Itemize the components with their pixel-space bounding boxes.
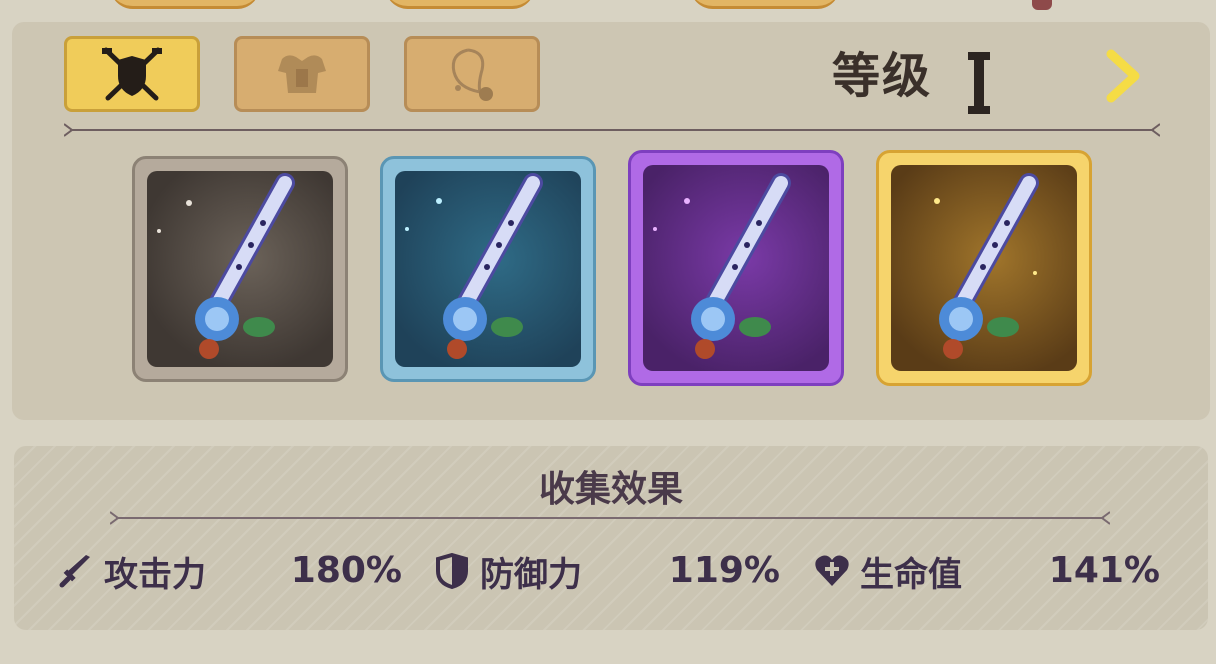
top-decoration-left: [110, 0, 260, 9]
armor-icon: [278, 55, 326, 93]
sword-icon: [58, 553, 94, 589]
necklace-icon: [451, 48, 493, 101]
stat-defense: 防御力: [434, 546, 582, 596]
flute-icon: [405, 173, 543, 359]
top-decoration-right: [690, 0, 840, 9]
chevron-right-icon: [1106, 49, 1140, 103]
tab-weapon[interactable]: [64, 36, 200, 112]
stat-attack-name: 攻击力: [104, 554, 206, 595]
stat-defense-value: 119%: [668, 550, 780, 591]
collection-effects-title: 收集效果: [538, 469, 683, 510]
collection-effects-panel: 收集效果 攻击力 180% 防御力 119% 生命值 141%: [14, 446, 1208, 630]
level-label: 等级: [832, 48, 933, 104]
stat-defense-name: 防御力: [480, 554, 582, 595]
flute-icon: [653, 173, 791, 359]
next-level-button[interactable]: [1100, 46, 1146, 106]
top-decoration-center: [385, 0, 535, 9]
item-card-rare[interactable]: [380, 156, 596, 382]
tab-armor[interactable]: [234, 36, 370, 112]
effects-divider: [110, 511, 1110, 525]
stat-hp-name: 生命值: [860, 554, 962, 595]
flute-icon: [157, 173, 295, 359]
flute-icon: [934, 173, 1039, 359]
stat-attack-value: 180%: [290, 550, 402, 591]
heart-icon: [814, 553, 850, 589]
level-roman-numeral: [968, 52, 990, 114]
item-card-epic[interactable]: [628, 150, 844, 386]
tab-accessory[interactable]: [404, 36, 540, 112]
item-card-common[interactable]: [132, 156, 348, 382]
stat-hp-value: 141%: [1048, 550, 1160, 591]
shield-icon: [434, 553, 470, 589]
crossed-swords-shield-icon: [102, 47, 162, 101]
header-divider: [64, 123, 1160, 137]
stat-hp: 生命值: [814, 546, 962, 596]
stat-attack: 攻击力: [58, 546, 206, 596]
equipment-panel: 等级: [12, 22, 1210, 420]
top-gem-icon: [1032, 0, 1052, 10]
item-card-legendary[interactable]: [876, 150, 1092, 386]
